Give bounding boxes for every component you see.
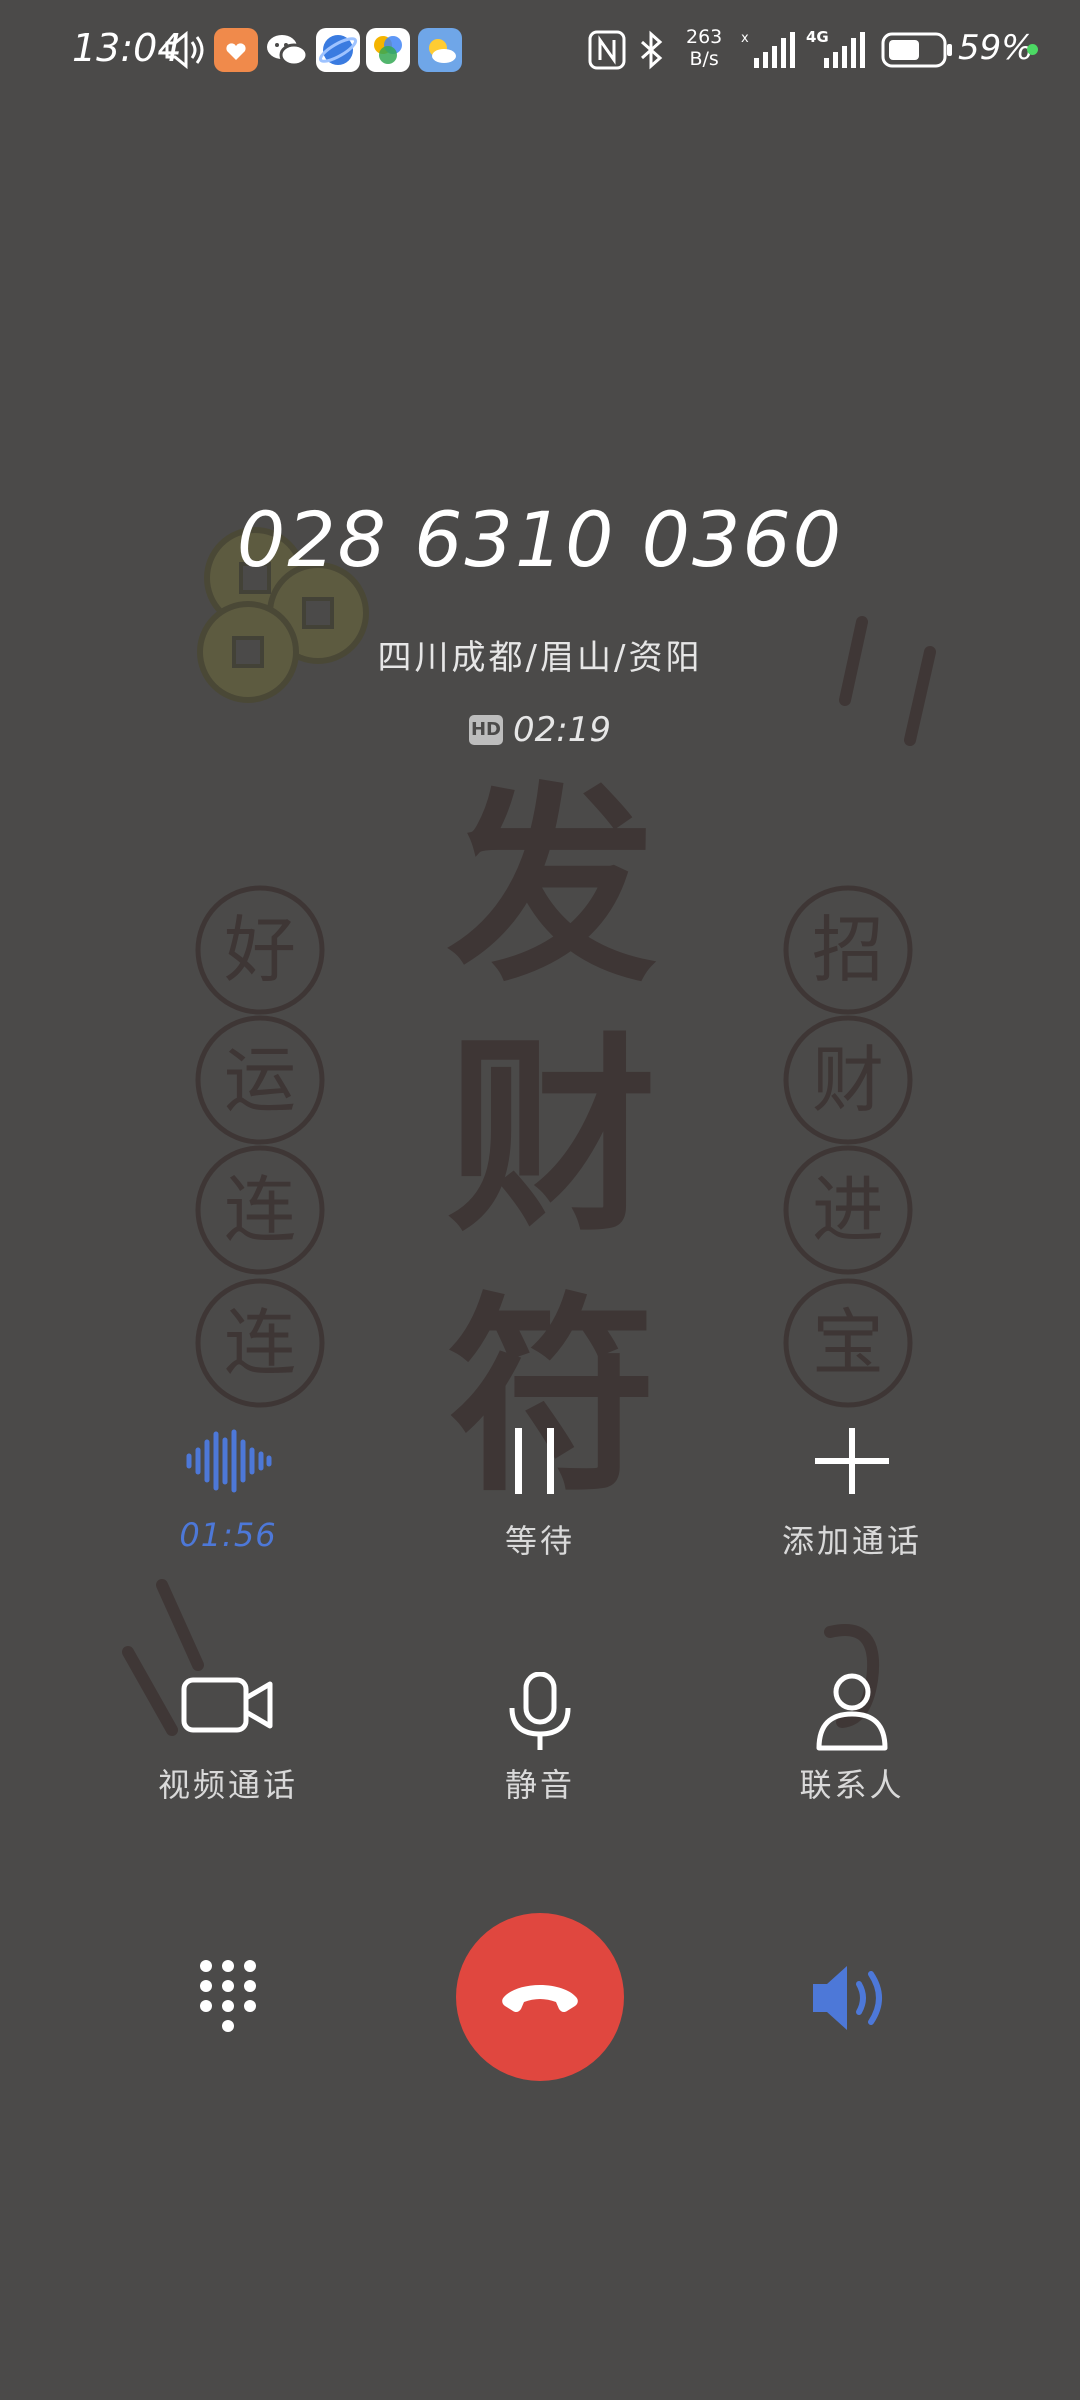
add-call-label: 添加通话 <box>781 1522 922 1560</box>
speaker-icon <box>813 1966 882 2030</box>
seal-right-1: 招 <box>812 908 884 992</box>
svg-text:x: x <box>741 31 749 46</box>
status-bar: 13:04 263 B/s x 4G 59% <box>0 0 1080 100</box>
calligraphy-char-2: 财 <box>447 1013 657 1260</box>
colorful-app-icon <box>366 28 410 72</box>
network-speed: 263 B/s <box>686 26 723 70</box>
network-type-label: 4G <box>806 28 829 46</box>
call-duration-row: HD 02:19 <box>0 710 1080 750</box>
nfc-icon <box>588 28 628 76</box>
speaker-button[interactable] <box>712 1958 992 2038</box>
hold-button[interactable]: 等待 <box>400 1428 680 1562</box>
wechat-icon <box>264 28 310 76</box>
seal-right-3: 进 <box>812 1168 884 1252</box>
hd-voice-badge: HD <box>469 715 503 745</box>
bluetooth-icon <box>636 28 666 76</box>
plus-icon <box>815 1428 889 1494</box>
weather-app-icon <box>418 28 462 72</box>
recording-time: 01:56 <box>179 1516 277 1554</box>
hold-label: 等待 <box>504 1522 575 1560</box>
seal-left-4: 连 <box>224 1301 296 1385</box>
sound-wave-icon <box>186 1429 272 1493</box>
calligraphy-char-1: 发 <box>447 763 657 1010</box>
mute-label: 静音 <box>504 1766 575 1804</box>
seal-left-3: 连 <box>224 1168 296 1252</box>
dialpad-icon <box>200 1960 256 2032</box>
contacts-button[interactable]: 联系人 <box>712 1672 992 1806</box>
seal-right-4: 宝 <box>812 1301 884 1385</box>
battery-percentage: 59% <box>958 28 1034 68</box>
pause-icon <box>515 1428 554 1494</box>
add-call-button[interactable]: 添加通话 <box>712 1428 992 1562</box>
battery-icon <box>880 28 954 76</box>
video-call-label: 视频通话 <box>157 1766 298 1804</box>
mute-button[interactable]: 静音 <box>400 1672 680 1806</box>
signal-strength-icon-sim2: 4G <box>806 28 866 76</box>
seal-left-1: 好 <box>224 908 296 992</box>
seal-left-2: 运 <box>224 1038 296 1122</box>
record-button[interactable]: 01:56 <box>88 1428 368 1554</box>
app-notification-icon-orange <box>214 28 258 72</box>
privacy-indicator-dot <box>1027 44 1038 55</box>
caller-number: 028 6310 0360 <box>236 495 844 584</box>
person-icon <box>816 1673 888 1751</box>
signal-strength-icon-sim1: x <box>740 28 796 76</box>
microphone-icon <box>509 1672 571 1750</box>
caller-location: 四川成都/眉山/资阳 <box>377 638 703 678</box>
volume-icon <box>164 28 206 76</box>
call-duration: 02:19 <box>513 710 611 750</box>
hang-up-icon <box>502 1985 578 2013</box>
seal-right-2: 财 <box>812 1038 884 1122</box>
video-call-button[interactable]: 视频通话 <box>88 1672 368 1806</box>
end-call-button[interactable] <box>456 1913 624 2081</box>
video-camera-icon <box>181 1677 273 1733</box>
contacts-label: 联系人 <box>799 1766 905 1804</box>
dialpad-button[interactable] <box>88 1958 368 2038</box>
browser-app-icon <box>316 28 360 72</box>
